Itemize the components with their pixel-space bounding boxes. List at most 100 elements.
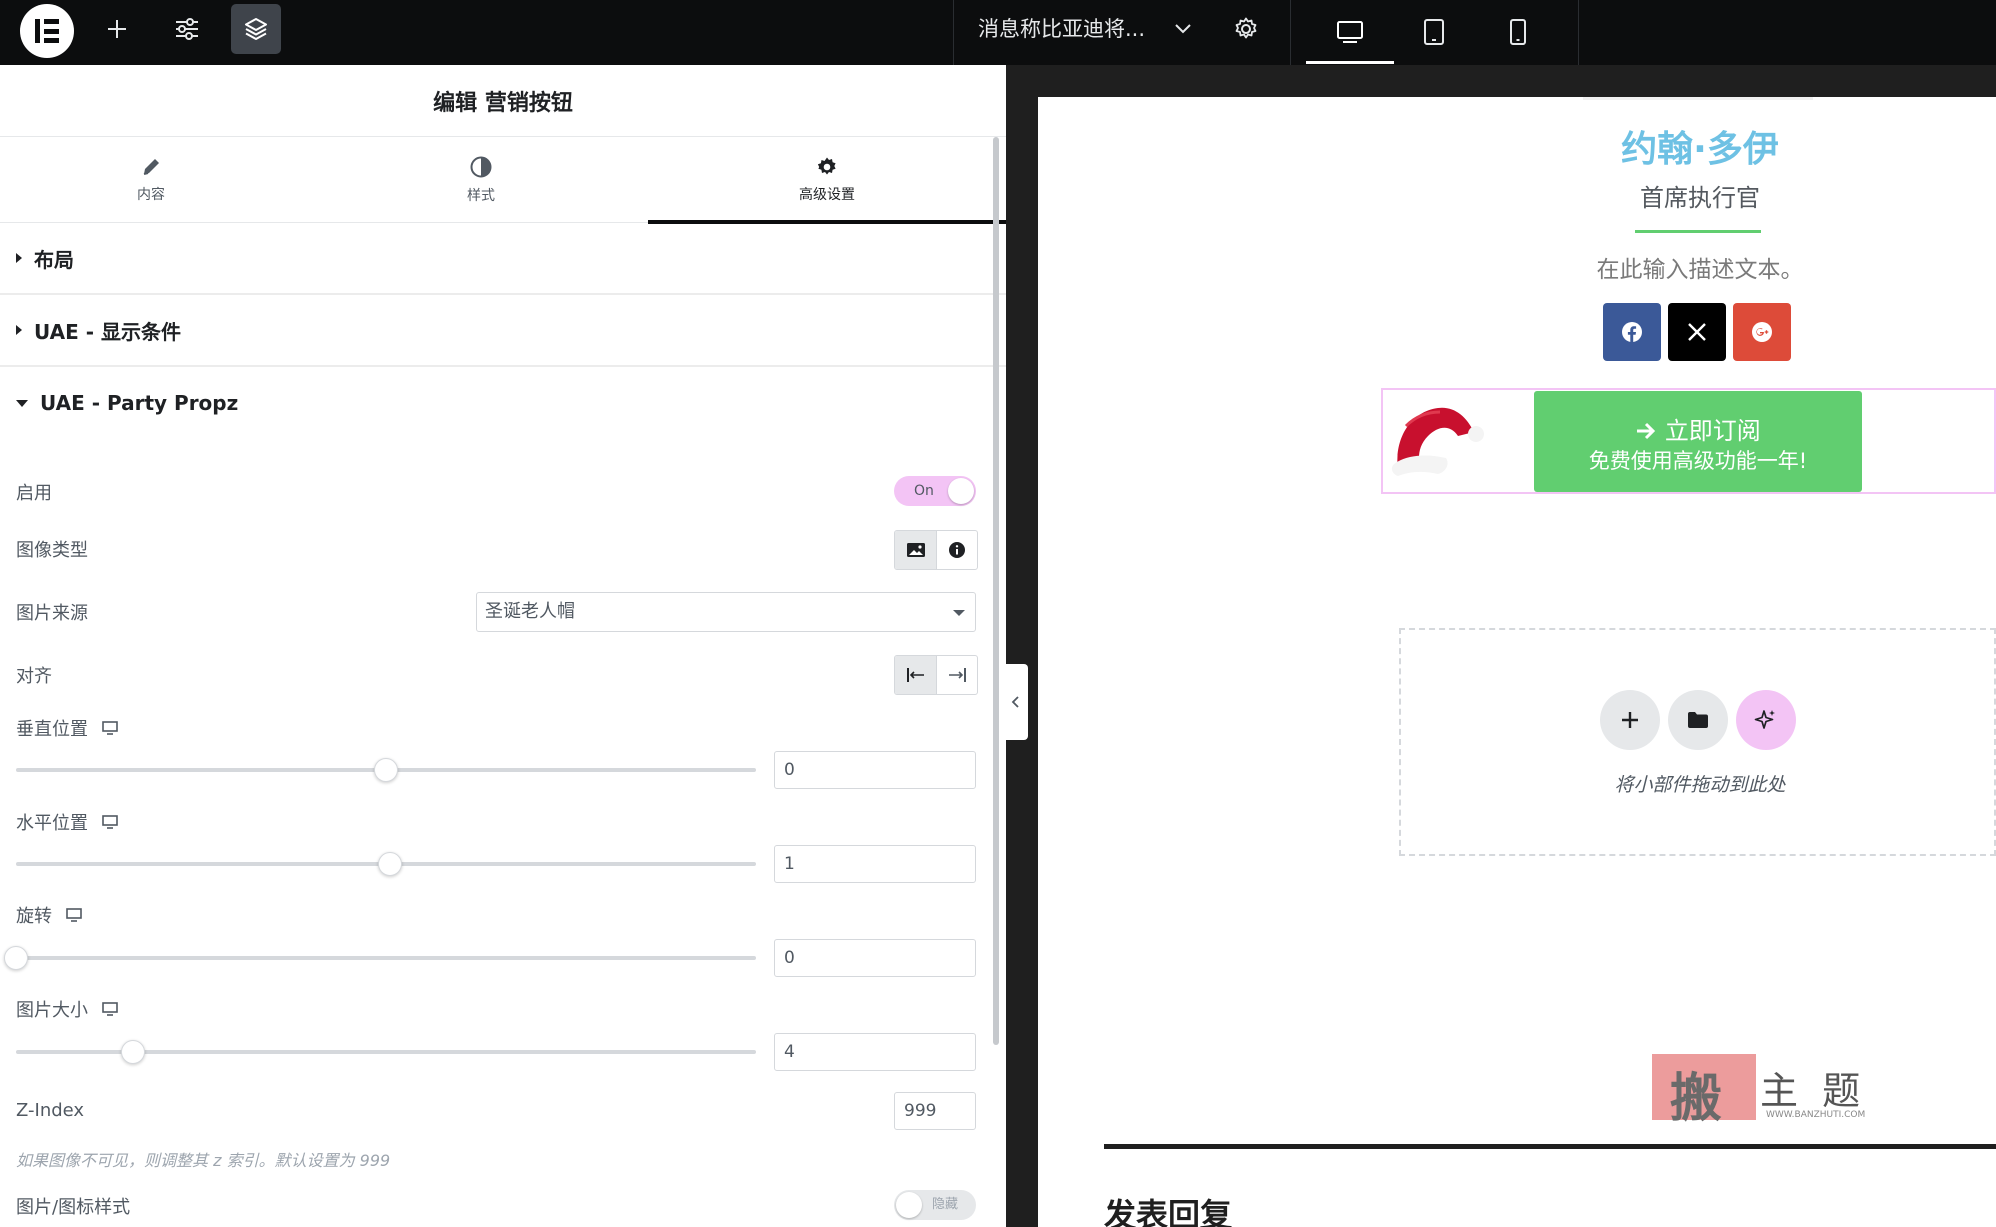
add-element-button[interactable] [92, 4, 142, 54]
responsive-desktop-icon[interactable] [102, 721, 118, 735]
image-source-value: 圣诞老人帽 [485, 601, 575, 622]
rotate-slider-handle[interactable] [4, 946, 28, 970]
mobile-view-button[interactable] [1474, 4, 1562, 60]
ai-generate-button[interactable] [1736, 690, 1796, 750]
caret-right-icon [16, 253, 22, 263]
vertical-position-input[interactable]: 0 [774, 751, 976, 789]
enable-toggle[interactable]: On [894, 476, 976, 506]
gear-icon [817, 157, 836, 175]
icon-style-toggle[interactable]: 隐藏 [894, 1190, 976, 1220]
team-member-role: 首席执行官 [1640, 184, 1760, 212]
divider [953, 0, 954, 65]
horizontal-position-slider-handle[interactable] [377, 852, 402, 876]
arrow-right-icon [1637, 422, 1656, 440]
structure-button[interactable] [231, 4, 281, 54]
image-size-label: 图片大小 [16, 996, 118, 1022]
z-index-input[interactable]: 999 [894, 1092, 976, 1130]
section-layout-label: 布局 [34, 247, 74, 272]
subscribe-button[interactable]: 立即订阅 免费使用高级功能一年! [1534, 391, 1862, 492]
divider [1290, 0, 1291, 65]
tablet-view-button[interactable] [1390, 4, 1478, 60]
divider [1578, 0, 1579, 65]
document-title[interactable]: 消息称比亚迪将... [978, 0, 1145, 58]
image-size-input[interactable]: 4 [774, 1033, 976, 1071]
google-plus-icon [1752, 322, 1772, 342]
elementor-logo[interactable] [20, 4, 74, 58]
tab-style[interactable]: 样式 [302, 137, 660, 223]
facebook-icon [1622, 322, 1642, 342]
plus-icon [108, 20, 126, 38]
facebook-link[interactable] [1603, 303, 1661, 361]
section-party-propz[interactable]: UAE - Party Propz [0, 367, 1006, 439]
icon-style-toggle-text: 隐藏 [932, 1197, 959, 1212]
section-display-conditions[interactable]: UAE - 显示条件 [0, 295, 1006, 367]
responsive-desktop-icon[interactable] [102, 815, 118, 829]
align-left-icon [906, 668, 924, 682]
add-template-button[interactable] [1668, 690, 1728, 750]
vertical-position-label: 垂直位置 [16, 715, 118, 741]
rotate-slider[interactable] [16, 956, 756, 960]
align-right-option[interactable] [936, 656, 977, 694]
sparkle-icon [1754, 710, 1775, 729]
image-size-slider-handle[interactable] [120, 1040, 145, 1064]
section-layout[interactable]: 布局 [0, 223, 1006, 295]
team-member-divider [1635, 230, 1761, 233]
top-bar: 消息称比亚迪将... [0, 0, 1996, 65]
watermark: 搬 主 题 WWW.BANZHUTI.COM [1652, 1054, 1882, 1129]
horizontal-position-text: 水平位置 [16, 813, 88, 834]
document-menu-button[interactable] [1158, 4, 1208, 54]
info-icon [949, 542, 965, 558]
collapse-panel-button[interactable] [1004, 664, 1028, 740]
enable-label: 启用 [16, 483, 52, 504]
plus-icon [1622, 712, 1638, 728]
gear-icon [1235, 17, 1257, 39]
tab-content[interactable]: 内容 [0, 137, 302, 223]
sliders-icon [176, 18, 198, 40]
image-source-label: 图片来源 [16, 603, 88, 624]
watermark-url: WWW.BANZHUTI.COM [1766, 1110, 1866, 1120]
section-display-conditions-label: UAE - 显示条件 [34, 319, 181, 344]
google-plus-link[interactable] [1733, 303, 1791, 361]
divider [1583, 97, 1813, 100]
image-type-image-option[interactable] [895, 531, 936, 569]
santa-hat-icon [1391, 407, 1484, 476]
panel-scrollbar[interactable] [993, 137, 999, 1045]
tab-content-label: 内容 [137, 187, 165, 203]
section-party-propz-label: UAE - Party Propz [40, 391, 239, 415]
responsive-desktop-icon[interactable] [102, 1002, 118, 1016]
drop-zone-hint: 将小部件拖动到此处 [1614, 774, 1786, 796]
elementor-logo-icon [34, 18, 60, 44]
site-settings-button[interactable] [162, 4, 212, 54]
chevron-down-icon [1175, 24, 1191, 34]
add-section-button[interactable] [1600, 690, 1660, 750]
team-member-name: 约翰·多伊 [1621, 129, 1779, 170]
watermark-text: 主 题 [1760, 1069, 1867, 1113]
responsive-desktop-icon[interactable] [66, 908, 82, 922]
image-type-icon-option[interactable] [936, 531, 977, 569]
watermark-stamp-char: 搬 [1670, 1069, 1723, 1129]
chevron-left-icon [1011, 696, 1019, 708]
image-icon [906, 543, 925, 557]
icon-style-label: 图片/图标样式 [16, 1197, 131, 1218]
page-settings-button[interactable] [1221, 4, 1271, 54]
image-source-select[interactable]: 圣诞老人帽 [476, 592, 976, 632]
vertical-position-slider-handle[interactable] [374, 758, 398, 782]
desktop-view-button[interactable] [1306, 4, 1394, 64]
image-type-choices [894, 530, 978, 570]
caret-down-icon [16, 399, 28, 407]
x-link[interactable] [1668, 303, 1726, 361]
pencil-icon [143, 159, 159, 175]
layers-icon [245, 18, 267, 40]
panel-tabs: 内容 样式 高级设置 [0, 137, 1006, 224]
rotate-input[interactable]: 0 [774, 939, 976, 977]
half-circle-icon [470, 156, 492, 178]
dropdown-arrow-icon [953, 610, 965, 616]
comments-divider [1104, 1144, 1996, 1149]
desktop-icon [1337, 21, 1363, 43]
image-type-label: 图像类型 [16, 540, 88, 561]
toggle-knob [948, 478, 974, 504]
tab-advanced[interactable]: 高级设置 [648, 137, 1006, 224]
align-left-option[interactable] [895, 656, 936, 694]
horizontal-position-input[interactable]: 1 [774, 845, 976, 883]
z-index-label: Z-Index [16, 1100, 85, 1121]
